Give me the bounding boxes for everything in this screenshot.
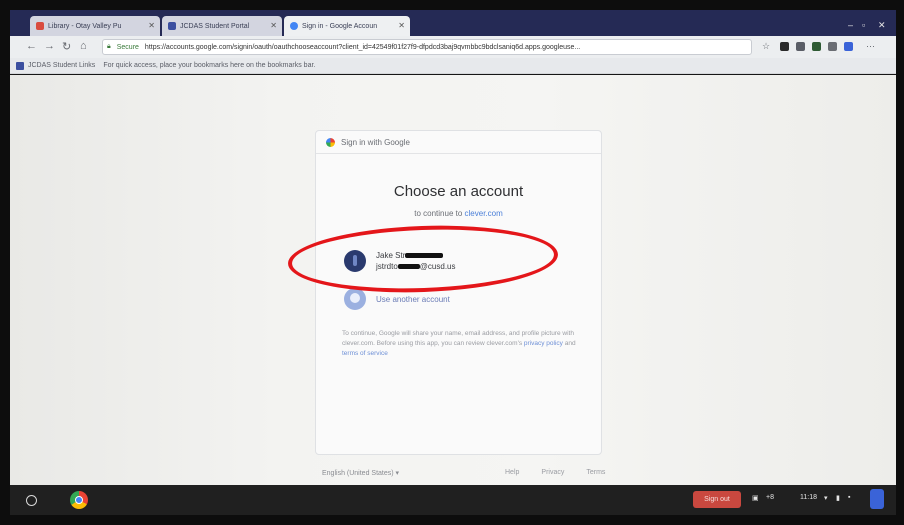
wifi-icon[interactable]: ▾ — [824, 494, 828, 502]
page-content: Sign in with Google Choose an account to… — [10, 75, 896, 485]
bookmark-hint: For quick access, place your bookmarks h… — [103, 62, 316, 69]
bookmark-folder-icon — [16, 61, 24, 70]
redaction-scribble — [397, 264, 420, 270]
language-select[interactable]: English (United States) ▾ — [322, 469, 399, 477]
account-option[interactable]: Jake Str jstrdto @cusd.us — [344, 247, 564, 275]
account-name: Jake Str — [376, 251, 406, 260]
tab-student-portal[interactable]: JCDAS Student Portal ✕ — [162, 16, 282, 36]
terms-link[interactable]: Terms — [586, 469, 605, 476]
disclaimer-and: and — [562, 340, 576, 347]
redaction-scribble — [405, 253, 444, 259]
tab-label: Sign in - Google Accoun — [302, 22, 378, 30]
privacy-policy-link[interactable]: privacy policy — [524, 340, 563, 347]
extension-icon[interactable] — [780, 42, 789, 51]
chromebook-screen: Library - Otay Valley Pu ✕ JCDAS Student… — [10, 10, 896, 515]
menu-icon[interactable]: ⋯ — [866, 41, 875, 52]
signin-card: Sign in with Google Choose an account to… — [315, 130, 602, 455]
back-icon[interactable]: ← — [26, 40, 37, 52]
card-header: Sign in with Google — [316, 131, 601, 154]
privacy-link[interactable]: Privacy — [541, 469, 564, 476]
status-icon[interactable]: ▪ — [848, 494, 850, 501]
close-icon[interactable]: ✕ — [270, 21, 277, 30]
continue-to-link[interactable]: clever.com — [465, 209, 503, 218]
tab-library[interactable]: Library - Otay Valley Pu ✕ — [30, 16, 160, 36]
notification-icon[interactable]: ▣ — [752, 494, 759, 502]
card-header-label: Sign in with Google — [341, 137, 410, 147]
security-label: Secure — [116, 43, 139, 51]
sign-out-button[interactable]: Sign out — [693, 491, 741, 508]
terms-of-service-link[interactable]: terms of service — [342, 350, 388, 357]
bookmarks-bar: JCDAS Student Links For quick access, pl… — [10, 58, 896, 74]
library-favicon-icon — [36, 22, 44, 30]
tab-label: JCDAS Student Portal — [180, 22, 250, 30]
subtitle-prefix: to continue to — [414, 209, 465, 218]
maximize-icon[interactable]: ▫ — [862, 20, 865, 30]
close-icon[interactable]: ✕ — [398, 21, 405, 30]
tab-google-signin[interactable]: Sign in - Google Accoun ✕ — [284, 16, 410, 36]
google-g-icon — [326, 137, 335, 147]
account-email-suffix: @cusd.us — [419, 262, 456, 271]
extension-icon[interactable] — [796, 42, 805, 51]
page-subtitle: to continue to clever.com — [316, 209, 601, 218]
page-title: Choose an account — [393, 183, 524, 200]
bookmark-item[interactable]: JCDAS Student Links — [16, 61, 96, 70]
battery-icon[interactable]: ▮ — [836, 494, 840, 502]
bookmark-star-icon[interactable]: ☆ — [762, 41, 770, 52]
close-icon[interactable]: ✕ — [148, 21, 155, 30]
user-avatar-icon[interactable] — [870, 489, 884, 509]
account-email-prefix: jstrdto — [376, 262, 398, 271]
forward-icon[interactable]: → — [44, 40, 55, 52]
os-shelf: Sign out ▣ +8 11:18 ▾ ▮ ▪ — [10, 485, 896, 515]
chrome-app-icon[interactable] — [70, 491, 88, 509]
tab-label: Library - Otay Valley Pu — [48, 22, 122, 30]
person-icon — [344, 288, 366, 310]
extension-icon[interactable] — [844, 42, 853, 51]
lock-icon: 🔒︎ — [107, 43, 111, 50]
use-another-account[interactable]: Use another account — [344, 287, 564, 311]
tab-strip: Library - Otay Valley Pu ✕ JCDAS Student… — [10, 10, 896, 38]
launcher-icon[interactable] — [26, 495, 37, 506]
url-text: https://accounts.google.com/signin/oauth… — [144, 43, 581, 51]
bookmark-label: JCDAS Student Links — [28, 62, 96, 69]
extension-icon[interactable] — [812, 42, 821, 51]
use-another-account-label: Use another account — [376, 294, 450, 304]
browser-toolbar: ← → ↻ ⌂ 🔒︎ Secure https://accounts.googl… — [10, 36, 896, 58]
clock[interactable]: 11:18 — [800, 494, 817, 501]
home-icon[interactable]: ⌂ — [80, 40, 87, 52]
reload-icon[interactable]: ↻ — [62, 40, 71, 53]
address-bar[interactable]: 🔒︎ Secure https://accounts.google.com/si… — [102, 39, 752, 55]
extension-icon[interactable] — [828, 42, 837, 51]
avatar — [344, 250, 366, 272]
minimize-icon[interactable]: – — [848, 20, 853, 30]
footer-links: Help Privacy Terms — [505, 469, 605, 476]
window-close-icon[interactable]: ✕ — [878, 20, 886, 31]
help-link[interactable]: Help — [505, 469, 519, 476]
google-favicon-icon — [290, 22, 298, 30]
portal-favicon-icon — [168, 22, 176, 30]
notification-count[interactable]: +8 — [766, 494, 774, 501]
account-text: Jake Str jstrdto @cusd.us — [376, 250, 456, 272]
consent-disclaimer: To continue, Google will share your name… — [342, 329, 582, 359]
